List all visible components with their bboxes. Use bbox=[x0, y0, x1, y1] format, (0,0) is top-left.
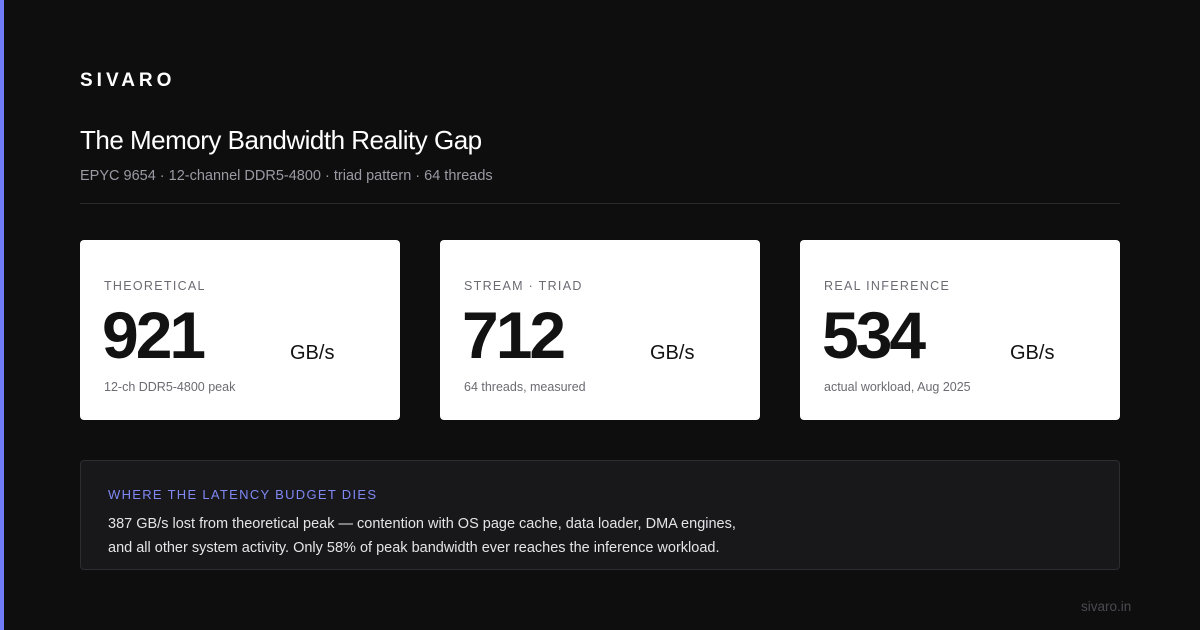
callout-text-line-1: 387 GB/s lost from theoretical peak — co… bbox=[108, 516, 736, 532]
card-note: 64 threads, measured bbox=[464, 380, 586, 394]
card-value: 712 bbox=[462, 298, 566, 372]
card-unit: GB/s bbox=[650, 342, 695, 364]
brand-logo: SIVARO bbox=[80, 70, 176, 91]
card-label: REAL INFERENCE bbox=[824, 279, 951, 293]
metric-card-real-inference: REAL INFERENCE 534 GB/s actual workload,… bbox=[800, 240, 1120, 420]
page-subtitle: EPYC 9654 · 12-channel DDR5-4800 · triad… bbox=[80, 168, 493, 184]
card-unit: GB/s bbox=[1010, 342, 1055, 364]
card-value: 921 bbox=[102, 298, 206, 372]
accent-bar bbox=[0, 0, 4, 630]
card-label: THEORETICAL bbox=[104, 279, 206, 293]
callout-text-line-2: and all other system activity. Only 58% … bbox=[108, 540, 720, 556]
footer-url: sivaro.in bbox=[1081, 599, 1132, 614]
metric-card-theoretical: THEORETICAL 921 GB/s 12-ch DDR5-4800 pea… bbox=[80, 240, 400, 420]
card-note: actual workload, Aug 2025 bbox=[824, 380, 971, 394]
card-value: 534 bbox=[822, 298, 926, 372]
divider bbox=[80, 203, 1120, 204]
callout-heading: WHERE THE LATENCY BUDGET DIES bbox=[108, 487, 378, 502]
metric-card-stream-triad: STREAM · TRIAD 712 GB/s 64 threads, meas… bbox=[440, 240, 760, 420]
card-label: STREAM · TRIAD bbox=[464, 279, 583, 293]
card-note: 12-ch DDR5-4800 peak bbox=[104, 380, 236, 394]
page-title: The Memory Bandwidth Reality Gap bbox=[80, 125, 482, 155]
callout-panel: WHERE THE LATENCY BUDGET DIES 387 GB/s l… bbox=[80, 460, 1120, 570]
card-unit: GB/s bbox=[290, 342, 335, 364]
